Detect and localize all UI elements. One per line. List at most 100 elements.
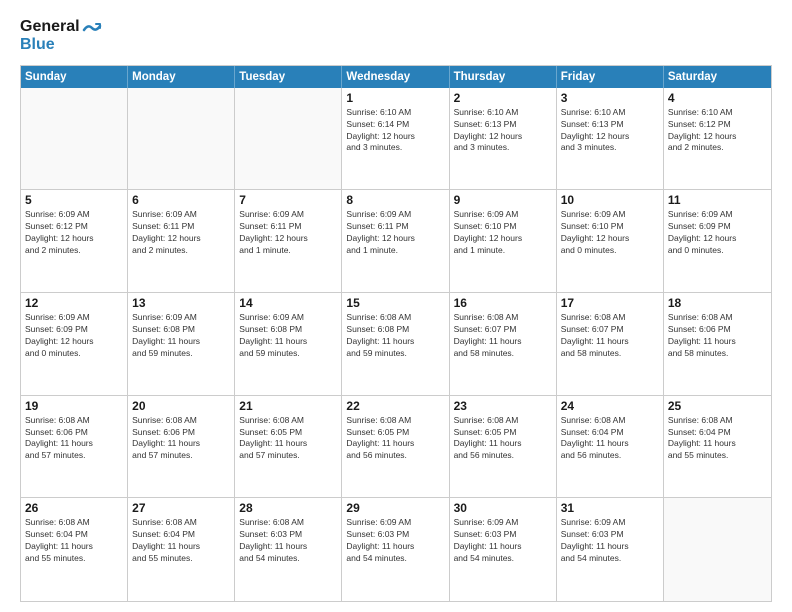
day-number: 25 bbox=[668, 399, 767, 413]
logo: General Blue bbox=[20, 18, 102, 55]
logo-wave-icon bbox=[82, 20, 102, 40]
day-number: 13 bbox=[132, 296, 230, 310]
day-number: 22 bbox=[346, 399, 444, 413]
day-number: 6 bbox=[132, 193, 230, 207]
day-number: 1 bbox=[346, 91, 444, 105]
calendar-cell: 26 Sunrise: 6:08 AM Sunset: 6:04 PM Dayli… bbox=[21, 498, 128, 601]
logo-text-block: General Blue bbox=[20, 18, 80, 55]
weekday-header: Thursday bbox=[450, 66, 557, 88]
calendar-cell: 27 Sunrise: 6:08 AM Sunset: 6:04 PM Dayli… bbox=[128, 498, 235, 601]
calendar-cell: 24 Sunrise: 6:08 AM Sunset: 6:04 PM Dayli… bbox=[557, 396, 664, 498]
calendar-cell: 8 Sunrise: 6:09 AM Sunset: 6:11 PM Daylig… bbox=[342, 190, 449, 292]
calendar-cell: 13 Sunrise: 6:09 AM Sunset: 6:08 PM Dayli… bbox=[128, 293, 235, 395]
day-info: Sunrise: 6:09 AM Sunset: 6:10 PM Dayligh… bbox=[561, 209, 659, 257]
day-number: 12 bbox=[25, 296, 123, 310]
calendar-cell: 7 Sunrise: 6:09 AM Sunset: 6:11 PM Daylig… bbox=[235, 190, 342, 292]
day-number: 14 bbox=[239, 296, 337, 310]
calendar-cell: 6 Sunrise: 6:09 AM Sunset: 6:11 PM Daylig… bbox=[128, 190, 235, 292]
day-info: Sunrise: 6:09 AM Sunset: 6:09 PM Dayligh… bbox=[668, 209, 767, 257]
day-info: Sunrise: 6:08 AM Sunset: 6:04 PM Dayligh… bbox=[668, 415, 767, 463]
day-number: 27 bbox=[132, 501, 230, 515]
calendar-cell: 5 Sunrise: 6:09 AM Sunset: 6:12 PM Daylig… bbox=[21, 190, 128, 292]
calendar-cell bbox=[21, 88, 128, 190]
day-number: 3 bbox=[561, 91, 659, 105]
day-info: Sunrise: 6:08 AM Sunset: 6:04 PM Dayligh… bbox=[132, 517, 230, 565]
weekday-header: Friday bbox=[557, 66, 664, 88]
calendar-cell: 20Sunrise: 6:08 AM Sunset: 6:06 PM Dayli… bbox=[128, 396, 235, 498]
day-info: Sunrise: 6:08 AM Sunset: 6:05 PM Dayligh… bbox=[346, 415, 444, 463]
logo-general: General bbox=[20, 18, 80, 36]
calendar-cell: 23 Sunrise: 6:08 AM Sunset: 6:05 PM Dayli… bbox=[450, 396, 557, 498]
calendar-cell: 1Sunrise: 6:10 AM Sunset: 6:14 PM Daylig… bbox=[342, 88, 449, 190]
calendar-cell: 10 Sunrise: 6:09 AM Sunset: 6:10 PM Dayli… bbox=[557, 190, 664, 292]
day-number: 31 bbox=[561, 501, 659, 515]
day-info: Sunrise: 6:09 AM Sunset: 6:03 PM Dayligh… bbox=[561, 517, 659, 565]
day-number: 18 bbox=[668, 296, 767, 310]
day-number: 26 bbox=[25, 501, 123, 515]
calendar-cell: 18 Sunrise: 6:08 AM Sunset: 6:06 PM Dayli… bbox=[664, 293, 771, 395]
calendar-row: 19Sunrise: 6:08 AM Sunset: 6:06 PM Dayli… bbox=[21, 396, 771, 499]
calendar-cell: 25 Sunrise: 6:08 AM Sunset: 6:04 PM Dayli… bbox=[664, 396, 771, 498]
calendar-cell: 19Sunrise: 6:08 AM Sunset: 6:06 PM Dayli… bbox=[21, 396, 128, 498]
calendar-cell: 15Sunrise: 6:08 AM Sunset: 6:08 PM Dayli… bbox=[342, 293, 449, 395]
calendar-cell: 30Sunrise: 6:09 AM Sunset: 6:03 PM Dayli… bbox=[450, 498, 557, 601]
calendar-cell: 21Sunrise: 6:08 AM Sunset: 6:05 PM Dayli… bbox=[235, 396, 342, 498]
calendar-row: 5 Sunrise: 6:09 AM Sunset: 6:12 PM Daylig… bbox=[21, 190, 771, 293]
page: General Blue SundayMondayTuesdayWednesda… bbox=[0, 0, 792, 612]
logo-graphic: General Blue bbox=[20, 18, 102, 55]
calendar-cell: 31 Sunrise: 6:09 AM Sunset: 6:03 PM Dayli… bbox=[557, 498, 664, 601]
calendar-cell: 22 Sunrise: 6:08 AM Sunset: 6:05 PM Dayli… bbox=[342, 396, 449, 498]
logo-blue: Blue bbox=[20, 36, 80, 54]
calendar-cell: 3 Sunrise: 6:10 AM Sunset: 6:13 PM Daylig… bbox=[557, 88, 664, 190]
calendar-cell: 12Sunrise: 6:09 AM Sunset: 6:09 PM Dayli… bbox=[21, 293, 128, 395]
day-info: Sunrise: 6:09 AM Sunset: 6:03 PM Dayligh… bbox=[346, 517, 444, 565]
day-number: 15 bbox=[346, 296, 444, 310]
day-number: 10 bbox=[561, 193, 659, 207]
day-number: 5 bbox=[25, 193, 123, 207]
day-info: Sunrise: 6:08 AM Sunset: 6:04 PM Dayligh… bbox=[561, 415, 659, 463]
day-info: Sunrise: 6:09 AM Sunset: 6:12 PM Dayligh… bbox=[25, 209, 123, 257]
calendar-cell: 28 Sunrise: 6:08 AM Sunset: 6:03 PM Dayli… bbox=[235, 498, 342, 601]
day-info: Sunrise: 6:08 AM Sunset: 6:06 PM Dayligh… bbox=[668, 312, 767, 360]
day-info: Sunrise: 6:09 AM Sunset: 6:11 PM Dayligh… bbox=[239, 209, 337, 257]
calendar-row: 26 Sunrise: 6:08 AM Sunset: 6:04 PM Dayli… bbox=[21, 498, 771, 601]
day-info: Sunrise: 6:08 AM Sunset: 6:06 PM Dayligh… bbox=[132, 415, 230, 463]
day-number: 16 bbox=[454, 296, 552, 310]
day-info: Sunrise: 6:09 AM Sunset: 6:08 PM Dayligh… bbox=[239, 312, 337, 360]
calendar-row: 1Sunrise: 6:10 AM Sunset: 6:14 PM Daylig… bbox=[21, 88, 771, 191]
day-info: Sunrise: 6:10 AM Sunset: 6:13 PM Dayligh… bbox=[454, 107, 552, 155]
calendar-cell: 2Sunrise: 6:10 AM Sunset: 6:13 PM Daylig… bbox=[450, 88, 557, 190]
day-number: 7 bbox=[239, 193, 337, 207]
calendar-cell: 17Sunrise: 6:08 AM Sunset: 6:07 PM Dayli… bbox=[557, 293, 664, 395]
calendar-cell bbox=[235, 88, 342, 190]
day-info: Sunrise: 6:09 AM Sunset: 6:11 PM Dayligh… bbox=[132, 209, 230, 257]
weekday-header: Saturday bbox=[664, 66, 771, 88]
day-info: Sunrise: 6:08 AM Sunset: 6:05 PM Dayligh… bbox=[454, 415, 552, 463]
day-info: Sunrise: 6:10 AM Sunset: 6:12 PM Dayligh… bbox=[668, 107, 767, 155]
weekday-header: Wednesday bbox=[342, 66, 449, 88]
day-number: 11 bbox=[668, 193, 767, 207]
calendar-cell: 14 Sunrise: 6:09 AM Sunset: 6:08 PM Dayli… bbox=[235, 293, 342, 395]
weekday-header: Tuesday bbox=[235, 66, 342, 88]
day-info: Sunrise: 6:09 AM Sunset: 6:03 PM Dayligh… bbox=[454, 517, 552, 565]
day-number: 8 bbox=[346, 193, 444, 207]
day-info: Sunrise: 6:08 AM Sunset: 6:03 PM Dayligh… bbox=[239, 517, 337, 565]
day-info: Sunrise: 6:08 AM Sunset: 6:04 PM Dayligh… bbox=[25, 517, 123, 565]
calendar-cell: 29Sunrise: 6:09 AM Sunset: 6:03 PM Dayli… bbox=[342, 498, 449, 601]
day-number: 4 bbox=[668, 91, 767, 105]
calendar-body: 1Sunrise: 6:10 AM Sunset: 6:14 PM Daylig… bbox=[21, 88, 771, 601]
weekday-header: Monday bbox=[128, 66, 235, 88]
day-info: Sunrise: 6:10 AM Sunset: 6:13 PM Dayligh… bbox=[561, 107, 659, 155]
day-info: Sunrise: 6:08 AM Sunset: 6:06 PM Dayligh… bbox=[25, 415, 123, 463]
day-number: 23 bbox=[454, 399, 552, 413]
calendar-cell: 4 Sunrise: 6:10 AM Sunset: 6:12 PM Daylig… bbox=[664, 88, 771, 190]
calendar-cell: 16Sunrise: 6:08 AM Sunset: 6:07 PM Dayli… bbox=[450, 293, 557, 395]
day-info: Sunrise: 6:09 AM Sunset: 6:11 PM Dayligh… bbox=[346, 209, 444, 257]
calendar-cell: 11 Sunrise: 6:09 AM Sunset: 6:09 PM Dayli… bbox=[664, 190, 771, 292]
calendar: SundayMondayTuesdayWednesdayThursdayFrid… bbox=[20, 65, 772, 602]
day-info: Sunrise: 6:09 AM Sunset: 6:08 PM Dayligh… bbox=[132, 312, 230, 360]
day-number: 24 bbox=[561, 399, 659, 413]
day-number: 28 bbox=[239, 501, 337, 515]
day-info: Sunrise: 6:09 AM Sunset: 6:10 PM Dayligh… bbox=[454, 209, 552, 257]
header: General Blue bbox=[20, 18, 772, 55]
